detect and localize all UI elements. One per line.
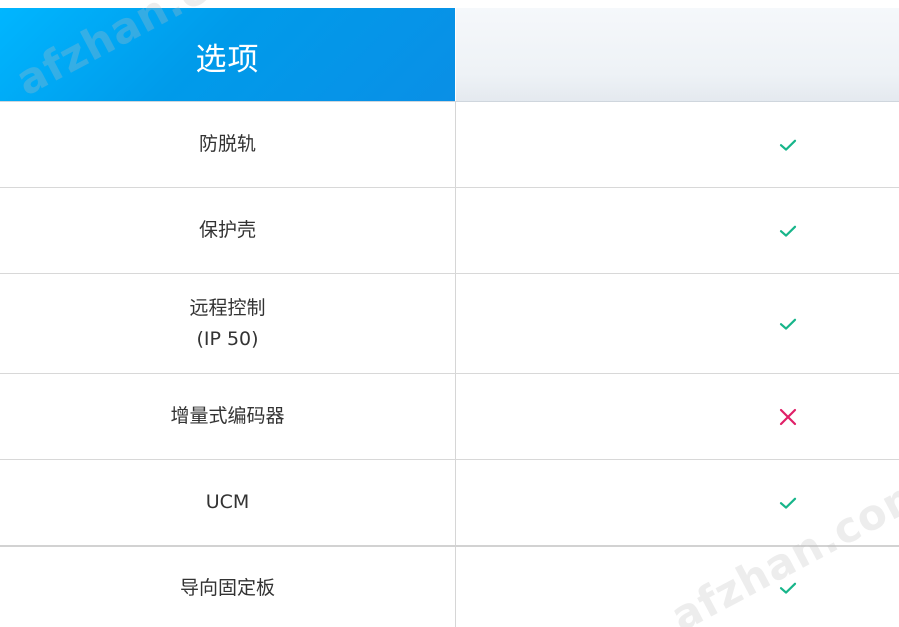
cross-icon [777, 406, 799, 428]
option-label: 防脱轨 [198, 133, 256, 155]
page-title: 选项 [195, 41, 260, 78]
table-row: 防脱轨 [0, 102, 899, 188]
status-cell [456, 102, 899, 187]
table-row: UCM [0, 460, 899, 547]
status-cell [456, 547, 899, 627]
status-header-cell [456, 8, 899, 102]
table-row: 远程控制 (IP 50) [0, 274, 899, 374]
options-comparison-page: 选项 防脱轨 保护壳 远程控制 (IP 50) 增量式编码器 UCM 导向固定板… [0, 0, 899, 627]
table-row: 导向固定板 [0, 547, 899, 627]
check-icon [777, 220, 799, 242]
status-cell [456, 374, 899, 459]
options-header-cell: 选项 [0, 8, 455, 102]
option-label: 增量式编码器 [170, 405, 285, 427]
check-icon [777, 313, 799, 335]
option-label: 保护壳 [198, 219, 256, 241]
option-label: 导向固定板 [179, 576, 275, 599]
table-row: 保护壳 [0, 188, 899, 274]
status-cell [456, 188, 899, 273]
status-cell [456, 460, 899, 545]
table-header: 选项 [0, 8, 899, 102]
option-label: UCM [205, 491, 250, 513]
check-icon [777, 134, 799, 156]
table-row: 增量式编码器 [0, 374, 899, 460]
options-table: 防脱轨 保护壳 远程控制 (IP 50) 增量式编码器 UCM 导向固定板 [0, 102, 899, 627]
check-icon [777, 492, 799, 514]
check-icon [777, 577, 799, 599]
status-cell [456, 274, 899, 373]
option-label: 远程控制 (IP 50) [189, 296, 266, 350]
